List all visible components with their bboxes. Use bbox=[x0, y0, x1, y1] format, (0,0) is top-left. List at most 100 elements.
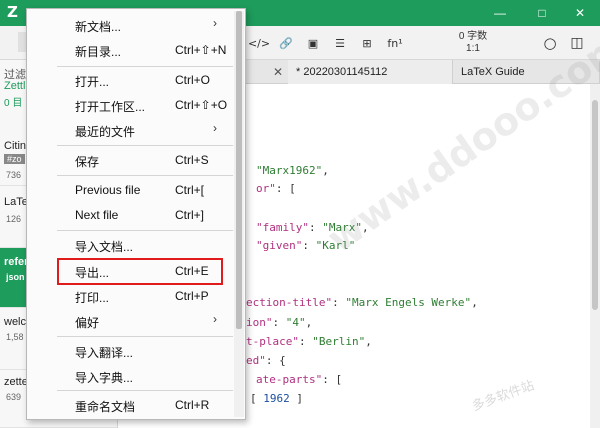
menu-scrollbar-thumb[interactable] bbox=[236, 11, 242, 329]
close-icon: ✕ bbox=[272, 65, 284, 79]
pomodoro-button[interactable]: ○ bbox=[539, 32, 561, 54]
tab-close-button[interactable]: ✕ bbox=[270, 60, 286, 84]
link-button[interactable]: 🔗 bbox=[275, 32, 297, 54]
menu-item-previous-file[interactable]: Previous file Ctrl+[ bbox=[27, 178, 245, 202]
code-token: ed" bbox=[246, 354, 266, 367]
code-token: : bbox=[272, 316, 286, 329]
menu-item-import-translation[interactable]: 导入翻译... bbox=[27, 339, 245, 363]
list-item-meta: 736 bbox=[6, 170, 22, 180]
code-line: [ 1962 ] bbox=[250, 392, 303, 405]
table-button[interactable]: ⊞ bbox=[356, 32, 378, 54]
code-token: "Karl" bbox=[315, 239, 356, 252]
code-line: ed": { bbox=[246, 354, 286, 367]
code-icon: </> bbox=[247, 36, 271, 50]
close-window-button[interactable]: ✕ bbox=[560, 0, 600, 26]
tag-badge: #zo bbox=[4, 154, 25, 164]
tab-latex-guide[interactable]: LaTeX Guide bbox=[453, 60, 600, 84]
code-token: or" bbox=[256, 182, 276, 195]
code-token: [ bbox=[250, 392, 264, 405]
editor-scrollbar-thumb[interactable] bbox=[592, 100, 598, 310]
chevron-right-icon: › bbox=[213, 16, 217, 30]
code-button[interactable]: </> bbox=[248, 32, 270, 54]
menu-item-label: 打开... bbox=[75, 75, 110, 89]
code-line: t-place": "Berlin", bbox=[246, 335, 372, 348]
list-item-title: Citin bbox=[4, 140, 27, 152]
table-icon: ⊞ bbox=[362, 36, 372, 50]
close-icon: ✕ bbox=[574, 6, 586, 20]
ratio-label: 1:1 bbox=[466, 43, 480, 54]
menu-separator bbox=[57, 336, 233, 337]
tab-label: * 20220301145112 bbox=[296, 66, 388, 78]
code-line: "family": "Marx", bbox=[256, 221, 369, 234]
menu-item-shortcut: Ctrl+R bbox=[175, 398, 210, 412]
list-item-meta: 639 bbox=[6, 392, 22, 402]
code-token: : [ bbox=[322, 373, 343, 386]
maximize-button[interactable]: □ bbox=[522, 0, 562, 26]
code-token: : bbox=[302, 239, 316, 252]
menu-item-save[interactable]: 保存 Ctrl+S bbox=[27, 148, 245, 172]
menu-item-label: Next file bbox=[75, 208, 119, 222]
menu-separator bbox=[57, 66, 233, 67]
export-highlight-box bbox=[57, 258, 223, 285]
list-item-title: refer bbox=[4, 256, 29, 268]
menu-item-open-workspace[interactable]: 打开工作区... Ctrl+⇧+O bbox=[27, 93, 245, 117]
code-token: 1962 bbox=[263, 392, 290, 405]
code-token: : bbox=[298, 335, 313, 348]
code-token: "family" bbox=[256, 221, 309, 234]
list-item-title: LaTe bbox=[4, 196, 28, 208]
menu-item-import-document[interactable]: 导入文档... bbox=[27, 233, 245, 257]
menu-item-preferences[interactable]: 偏好 › bbox=[27, 309, 245, 333]
maximize-icon: □ bbox=[538, 6, 546, 20]
menu-item-new-document[interactable]: 新文档... › bbox=[27, 13, 245, 37]
code-token: : bbox=[308, 221, 323, 234]
menu-separator bbox=[57, 175, 233, 176]
code-token: , bbox=[471, 296, 478, 309]
code-token: "4" bbox=[285, 316, 306, 329]
toggle-panel-button[interactable]: ◫ bbox=[566, 32, 588, 54]
menu-item-rename-document[interactable]: 重命名文档 Ctrl+R bbox=[27, 393, 245, 417]
code-line: ion": "4", bbox=[246, 316, 312, 329]
code-token: ate-parts" bbox=[256, 373, 323, 386]
footnote-icon: fn¹ bbox=[387, 36, 403, 50]
code-token: , bbox=[322, 164, 329, 177]
chevron-right-icon: › bbox=[213, 121, 217, 135]
file-menu: 新文档... › 新目录... Ctrl+⇧+N 打开... Ctrl+O 打开… bbox=[26, 8, 246, 420]
code-line: or": [ bbox=[256, 182, 296, 195]
code-token: "Marx Engels Werke" bbox=[345, 296, 472, 309]
image-button[interactable]: ▣ bbox=[302, 32, 324, 54]
list-item-title: welc bbox=[4, 316, 27, 328]
list-button[interactable]: ☰ bbox=[329, 32, 351, 54]
menu-item-shortcut: Ctrl+⇧+O bbox=[175, 98, 228, 112]
menu-item-next-file[interactable]: Next file Ctrl+] bbox=[27, 203, 245, 227]
chevron-right-icon: › bbox=[213, 312, 217, 326]
menu-item-print[interactable]: 打印... Ctrl+P bbox=[27, 284, 245, 308]
list-item-title: zette bbox=[4, 376, 28, 388]
word-count: 0 字数 1:1 bbox=[448, 31, 498, 55]
menu-item-shortcut: Ctrl+[ bbox=[175, 183, 205, 197]
panel-icon: ◫ bbox=[570, 35, 584, 51]
menu-item-shortcut: Ctrl+S bbox=[175, 153, 209, 167]
menu-item-label: 导入文档... bbox=[75, 240, 134, 254]
code-token: "Marx" bbox=[322, 221, 362, 234]
menu-item-label: 保存 bbox=[75, 155, 100, 169]
menu-item-label: 最近的文件 bbox=[75, 125, 136, 139]
project-count: 0 目 bbox=[4, 98, 23, 109]
code-token: "given" bbox=[256, 239, 303, 252]
minimize-button[interactable]: — bbox=[480, 0, 520, 26]
tab-document[interactable]: * 20220301145112 bbox=[288, 60, 453, 84]
menu-item-open[interactable]: 打开... Ctrl+O bbox=[27, 68, 245, 92]
menu-item-label: 新文档... bbox=[75, 20, 122, 34]
menu-item-import-dictionary[interactable]: 导入字典... bbox=[27, 364, 245, 388]
app-logo: Z bbox=[7, 3, 18, 21]
code-token: "Berlin" bbox=[312, 335, 366, 348]
menu-separator bbox=[57, 145, 233, 146]
code-token: : bbox=[332, 296, 346, 309]
code-token: ] bbox=[289, 392, 303, 405]
menu-item-recent-files[interactable]: 最近的文件 › bbox=[27, 118, 245, 142]
footnote-button[interactable]: fn¹ bbox=[384, 32, 406, 54]
word-count-label: 0 字数 bbox=[458, 31, 488, 42]
menu-item-new-directory[interactable]: 新目录... Ctrl+⇧+N bbox=[27, 38, 245, 62]
code-token: , bbox=[361, 221, 369, 234]
code-token: t-place" bbox=[246, 335, 299, 348]
list-item-meta: 126 bbox=[6, 214, 22, 224]
